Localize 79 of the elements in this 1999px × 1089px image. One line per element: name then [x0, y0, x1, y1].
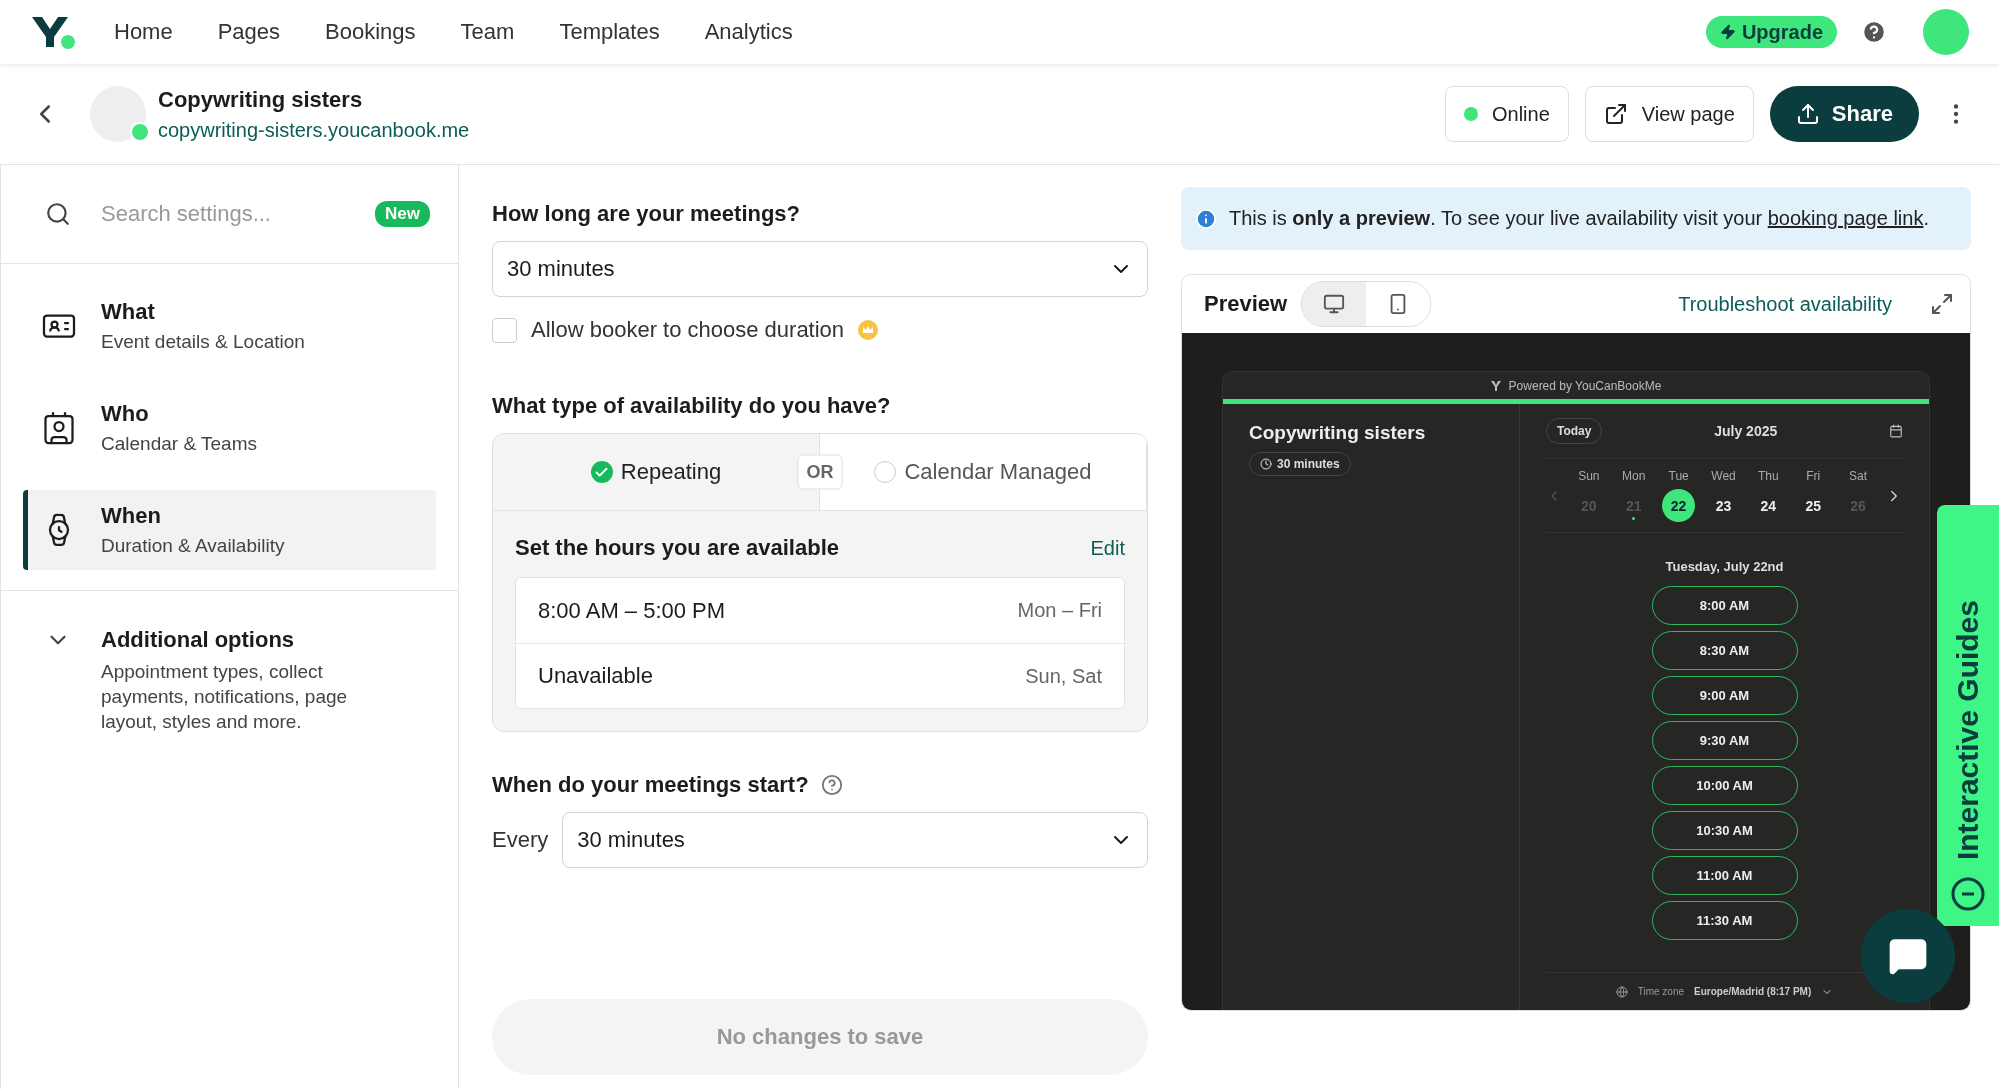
- desktop-view-button[interactable]: [1302, 282, 1367, 326]
- weekday-label: Sat: [1849, 469, 1868, 483]
- sidebar-item[interactable]: Who Calendar & Teams: [23, 388, 436, 468]
- crown-icon: [858, 320, 879, 340]
- page-title: Copywriting sisters: [158, 86, 364, 113]
- interval-select[interactable]: 30 minutes: [562, 812, 1148, 868]
- hours-time: 8:00 AM – 5:00 PM: [538, 597, 726, 624]
- hours-days: Mon – Fri: [1017, 599, 1102, 622]
- sidebar-item[interactable]: What Event details & Location: [23, 286, 436, 366]
- hours-title: Set the hours you are available: [515, 535, 839, 561]
- calendar-icon[interactable]: [1889, 424, 1903, 438]
- sidebar-item-subtitle: Duration & Availability: [101, 535, 285, 557]
- hours-days: Sun, Sat: [1025, 664, 1102, 688]
- additional-options-title[interactable]: Additional options: [101, 627, 391, 653]
- additional-options-text: Appointment types, collect payments, notifications, page layout, styles and more.: [101, 660, 349, 734]
- upgrade-button[interactable]: Upgrade: [1705, 16, 1837, 48]
- hours-time: Unavailable: [538, 663, 653, 689]
- nav-link[interactable]: Templates: [559, 19, 660, 45]
- weekday-label: Fri: [1806, 469, 1821, 483]
- checkbox[interactable]: [492, 317, 517, 343]
- month-label: July 2025: [1714, 423, 1778, 439]
- chat-icon: [1888, 936, 1928, 976]
- timezone-value[interactable]: Europe/Madrid (8:17 PM): [1694, 986, 1812, 997]
- weekday-label: Mon: [1622, 469, 1646, 483]
- sidebar-item-subtitle: Event details & Location: [101, 331, 305, 353]
- date-button[interactable]: 25: [1796, 489, 1830, 522]
- monitor-icon: [1323, 293, 1346, 315]
- clock-icon: [1260, 458, 1272, 470]
- globe-icon: [1615, 985, 1628, 998]
- sidebar-item-title: When: [101, 503, 162, 529]
- online-status-button[interactable]: Online: [1445, 86, 1569, 142]
- sidebar-item-subtitle: Calendar & Teams: [101, 433, 257, 455]
- logo-icon[interactable]: [30, 15, 76, 49]
- lightning-icon: [1719, 24, 1736, 40]
- duration-text: 30 minutes: [1277, 457, 1340, 471]
- question: What type of availability do you have?: [492, 393, 892, 419]
- weekday-label: Tue: [1668, 469, 1689, 483]
- selected-date-heading: Tuesday, July 22nd: [1664, 559, 1785, 574]
- nav-link[interactable]: Bookings: [325, 19, 416, 45]
- notice-text: This is only a preview. To see your live availability visit your booking page link.: [1229, 207, 1929, 230]
- nav-link[interactable]: Pages: [217, 19, 281, 45]
- weekday-label: Thu: [1758, 469, 1779, 483]
- info-icon: [1195, 207, 1217, 230]
- checkbox-label: Allow booker to choose duration: [531, 317, 845, 343]
- weekday-label: Wed: [1711, 469, 1736, 483]
- every-label: Every: [492, 827, 549, 853]
- question: How long are your meetings?: [492, 201, 802, 227]
- nav-link[interactable]: Analytics: [704, 19, 793, 45]
- sidebar-item-title: What: [101, 299, 156, 325]
- contact-calendar-icon: [41, 410, 77, 446]
- interactive-guides-tab[interactable]: Interactive Guides: [1937, 505, 1999, 926]
- powered-by-text: Powered by YouCanBookMe: [1508, 378, 1662, 393]
- booking-page-name: Copywriting sisters: [1249, 422, 1427, 444]
- weekday-label: Sun: [1578, 469, 1600, 483]
- duration-select[interactable]: 30 minutes: [492, 241, 1148, 297]
- date-button[interactable]: 24: [1751, 489, 1785, 522]
- sidebar-item[interactable]: When Duration & Availability: [23, 490, 436, 570]
- timezone-label: Time zone: [1637, 986, 1685, 997]
- view-page-button[interactable]: View page: [1584, 86, 1754, 142]
- date-button[interactable]: 23: [1707, 489, 1740, 522]
- booking-page-link[interactable]: booking page link: [1767, 207, 1924, 229]
- troubleshoot-link[interactable]: Troubleshoot availability: [1678, 292, 1892, 316]
- logo-icon: [1490, 380, 1503, 391]
- page-url-link[interactable]: copywriting-sisters.youcanbook.me: [158, 118, 470, 142]
- external-link-icon: [1603, 102, 1628, 126]
- sidebar-item-title: Who: [101, 401, 150, 427]
- question: When do your meetings start?: [492, 772, 809, 798]
- nav-link[interactable]: Team: [460, 19, 515, 45]
- upload-icon: [1795, 102, 1820, 126]
- help-icon[interactable]: [820, 774, 843, 796]
- or-label: OR: [797, 454, 843, 490]
- expand-icon[interactable]: [1930, 292, 1954, 316]
- new-badge: New: [375, 201, 430, 227]
- edit-link[interactable]: Edit: [1090, 536, 1125, 560]
- share-button[interactable]: Share: [1769, 86, 1919, 142]
- search-icon: [45, 201, 71, 227]
- nav-link[interactable]: Home: [114, 19, 173, 45]
- preview-title: Preview: [1204, 291, 1288, 317]
- date-button[interactable]: 22: [1662, 489, 1696, 522]
